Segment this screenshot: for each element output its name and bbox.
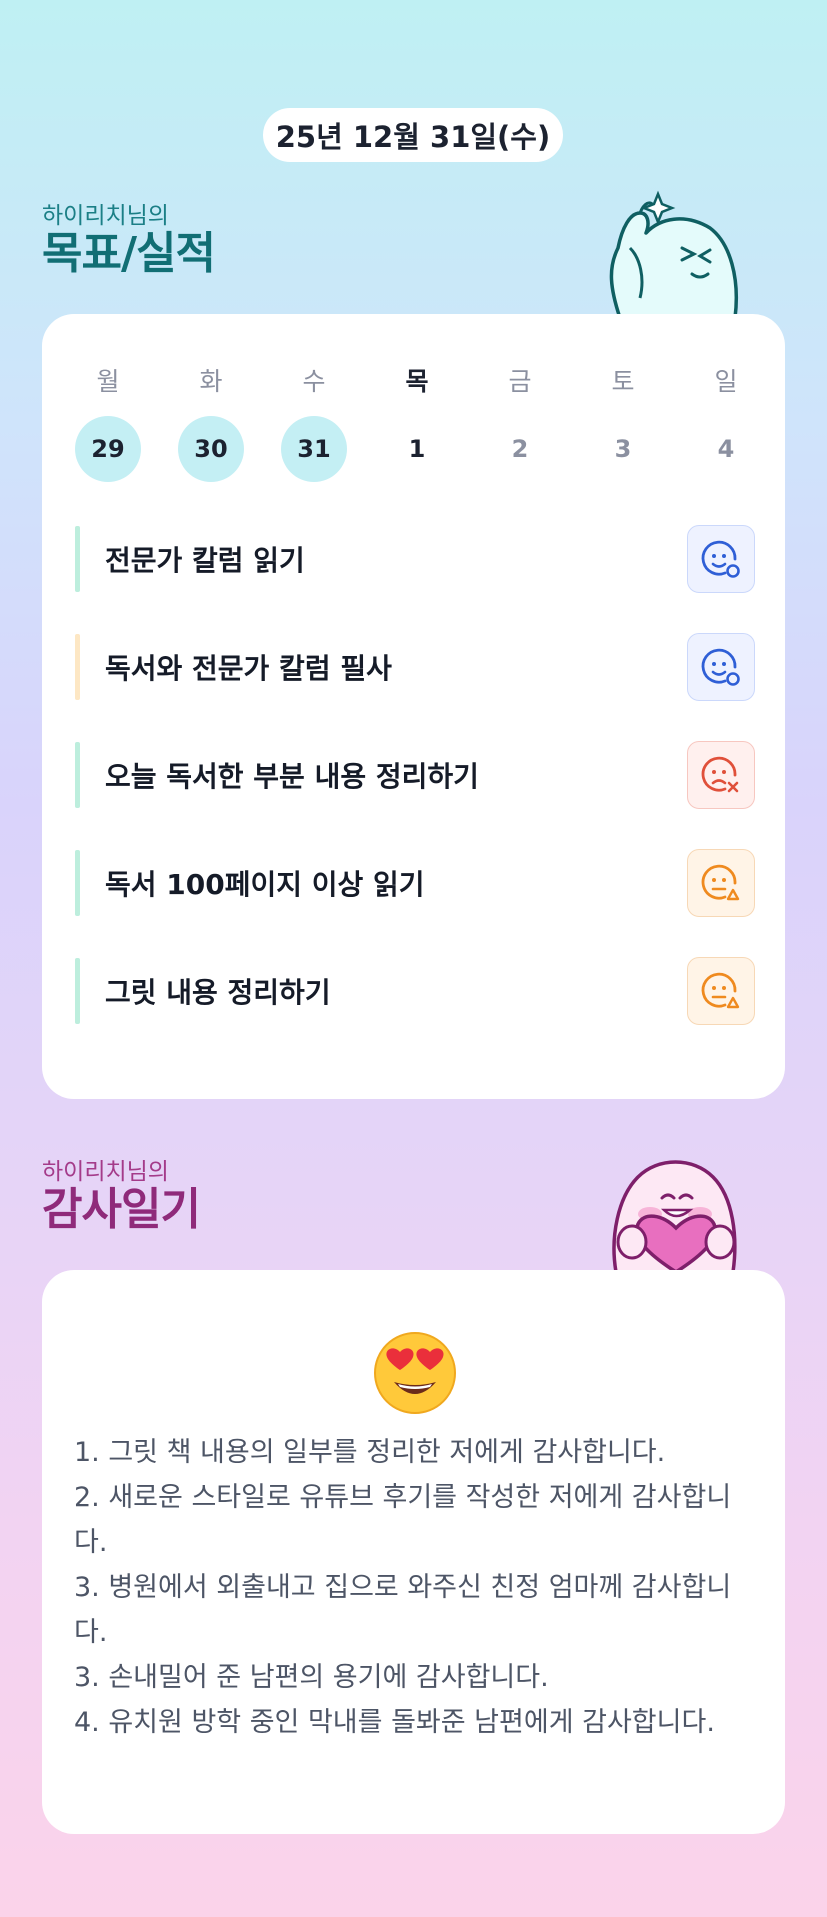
goal-item[interactable]: 그릿 내용 정리하기 xyxy=(75,957,755,1025)
thanks-line: 1. 그릿 책 내용의 일부를 정리한 저에게 감사합니다. xyxy=(74,1437,666,1468)
week-day[interactable]: 일4 xyxy=(693,364,759,482)
heart-eyes-emoji-icon xyxy=(372,1330,458,1416)
goal-item[interactable]: 독서 100페이지 이상 읽기 xyxy=(75,849,755,917)
week-day[interactable]: 수 31 xyxy=(281,364,347,482)
goal-text: 전문가 칼럼 읽기 xyxy=(105,544,305,577)
goal-color-bar xyxy=(75,958,80,1024)
day-number: 29 xyxy=(75,416,141,482)
thanks-line: 3. 손내밀어 준 남편의 용기에 감사합니다. xyxy=(74,1662,549,1693)
thanks-line: 3. 병원에서 외출내고 집으로 와주신 친정 엄마께 감사합니다. xyxy=(74,1572,732,1648)
day-label: 월 xyxy=(96,367,120,396)
waving-mascot-icon xyxy=(609,190,739,318)
goal-color-bar xyxy=(75,742,80,808)
goal-text: 오늘 독서한 부분 내용 정리하기 xyxy=(105,760,479,793)
partial-icon[interactable] xyxy=(687,849,755,917)
day-label: 화 xyxy=(199,367,223,396)
goals-subtitle: 하이리치님의 xyxy=(42,203,169,229)
thanks-line: 2. 새로운 스타일로 유튜브 후기를 작성한 저에게 감사합니다. xyxy=(74,1482,732,1558)
day-number: 4 xyxy=(717,435,735,463)
date-text: 25년 12월 31일(수) xyxy=(275,120,551,154)
thanks-section-title: 하이리치님의 감사일기 xyxy=(42,1158,201,1235)
goal-text: 그릿 내용 정리하기 xyxy=(105,976,331,1009)
week-day[interactable]: 월 29 xyxy=(75,364,141,482)
day-label: 목 xyxy=(405,367,429,396)
thanks-subtitle: 하이리치님의 xyxy=(42,1159,169,1185)
goal-color-bar xyxy=(75,526,80,592)
date-pill: 25년 12월 31일(수) xyxy=(263,108,563,162)
day-label: 금 xyxy=(508,367,532,396)
day-number: 3 xyxy=(614,435,632,463)
thanks-line: 4. 유치원 방학 중인 막내를 돌봐준 남편에게 감사합니다. xyxy=(74,1707,715,1738)
fail-icon[interactable] xyxy=(687,741,755,809)
day-number: 1 xyxy=(408,435,426,463)
thanks-card: 1. 그릿 책 내용의 일부를 정리한 저에게 감사합니다. 2. 새로운 스타일… xyxy=(42,1270,785,1834)
day-label: 토 xyxy=(611,367,635,396)
week-calendar: 월 29 화 30 수 31 목 1 금 2 토 3 일 4 xyxy=(75,364,759,482)
goal-color-bar xyxy=(75,634,80,700)
week-day[interactable]: 금2 xyxy=(487,364,553,482)
goal-text: 독서와 전문가 칼럼 필사 xyxy=(105,652,392,685)
goal-item[interactable]: 독서와 전문가 칼럼 필사 xyxy=(75,633,755,701)
partial-icon[interactable] xyxy=(687,957,755,1025)
goal-item[interactable]: 전문가 칼럼 읽기 xyxy=(75,525,755,593)
success-icon[interactable] xyxy=(687,633,755,701)
thanks-title: 감사일기 xyxy=(42,1184,201,1235)
day-label: 일 xyxy=(714,367,738,396)
success-icon[interactable] xyxy=(687,525,755,593)
day-number: 30 xyxy=(178,416,244,482)
day-number: 2 xyxy=(511,435,529,463)
goals-card: 월 29 화 30 수 31 목 1 금 2 토 3 일 4 전문가 칼럼 읽기 독서와 전문가 칼럼 필사… xyxy=(42,314,785,1099)
week-day[interactable]: 토3 xyxy=(590,364,656,482)
week-day[interactable]: 목1 xyxy=(384,364,450,482)
day-number: 31 xyxy=(281,416,347,482)
goals-section-title: 하이리치님의 목표/실적 xyxy=(42,202,216,279)
goal-list: 전문가 칼럼 읽기독서와 전문가 칼럼 필사오늘 독서한 부분 내용 정리하기독… xyxy=(75,525,755,1066)
goal-text: 독서 100페이지 이상 읽기 xyxy=(105,868,425,901)
goals-title: 목표/실적 xyxy=(42,228,216,279)
goal-color-bar xyxy=(75,850,80,916)
week-day[interactable]: 화 30 xyxy=(178,364,244,482)
goal-item[interactable]: 오늘 독서한 부분 내용 정리하기 xyxy=(75,741,755,809)
thanks-text: 1. 그릿 책 내용의 일부를 정리한 저에게 감사합니다. 2. 새로운 스타일… xyxy=(74,1430,764,1745)
day-label: 수 xyxy=(302,367,326,396)
heart-hugging-mascot-icon xyxy=(612,1160,737,1272)
